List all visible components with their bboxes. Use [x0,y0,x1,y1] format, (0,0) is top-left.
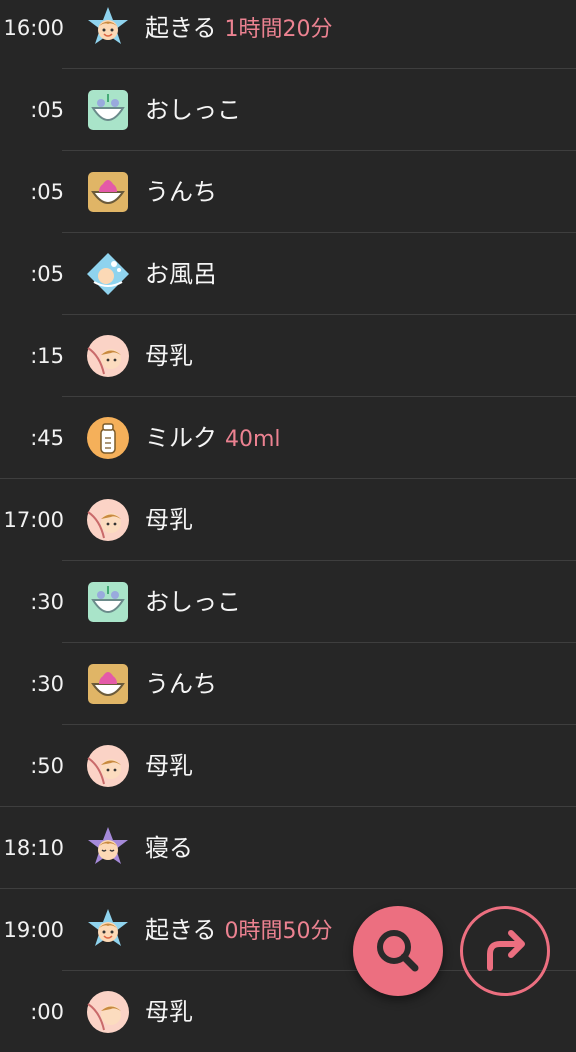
baby-awake-icon [86,6,130,50]
entry-label-text: うんち [145,178,217,206]
entry-time: :30 [30,672,64,696]
breastfeeding-icon [86,498,130,542]
entry-label-text: 母乳 [145,506,193,534]
entry-time: :00 [30,1000,64,1024]
log-entry[interactable]: :05 うんち [0,150,576,232]
milk-bottle-icon [86,416,130,460]
log-entry[interactable]: :15 母乳 [0,314,576,396]
log-entry[interactable]: :05 おしっこ [0,68,576,150]
entry-label: 寝る [145,836,201,861]
row-divider [62,314,576,315]
hour-divider [0,478,576,479]
entry-time: 16:00 [3,16,64,40]
entry-label-text: おしっこ [145,588,241,616]
log-entry[interactable]: :30 おしっこ [0,560,576,642]
entry-time: :05 [30,262,64,286]
entry-label: おしっこ [145,98,249,123]
row-divider [62,150,576,151]
row-divider [62,396,576,397]
redo-arrow-icon [487,930,525,971]
search-icon [377,930,419,972]
poop-diaper-icon [86,170,130,214]
entry-label: ミルク 40ml [145,426,281,451]
breastfeeding-icon [86,990,130,1034]
entry-label-text: ミルク [145,424,217,452]
entry-label-text: 母乳 [145,998,193,1026]
hour-divider [0,806,576,807]
bath-icon [86,252,130,296]
log-entry[interactable]: :45 ミルク 40ml [0,396,576,478]
entry-time: :30 [30,590,64,614]
row-divider [62,68,576,69]
entry-duration: 0時間50分 [224,919,333,944]
pee-diaper-icon [86,580,130,624]
pee-diaper-icon [86,88,130,132]
entry-time: 18:10 [3,836,64,860]
log-entry[interactable]: :05 お風呂 [0,232,576,314]
baby-sleep-icon [86,826,130,870]
row-divider [62,560,576,561]
log-entry[interactable]: 17:00 母乳 [0,478,576,560]
entry-label-text: 寝る [145,834,193,862]
entry-time: :50 [30,754,64,778]
entry-time: :05 [30,180,64,204]
entry-label: おしっこ [145,590,249,615]
search-button[interactable] [353,906,443,996]
log-entry[interactable]: 16:00 起きる 1時間20分 [0,0,576,68]
log-entry[interactable]: :50 母乳 [0,724,576,806]
entry-volume: 40ml [225,427,281,452]
log-entry[interactable]: 18:10 寝る [0,806,576,888]
entry-label-text: うんち [145,670,217,698]
entry-label: うんち [145,672,225,697]
entry-label-text: 起きる [145,916,217,944]
entry-duration: 1時間20分 [224,17,333,42]
entry-label: うんち [145,180,225,205]
redo-button[interactable] [460,906,550,996]
entry-label: 起きる 0時間50分 [145,918,333,943]
entry-label: 起きる 1時間20分 [145,16,333,41]
baby-awake-icon [86,908,130,952]
entry-time: :05 [30,98,64,122]
breastfeeding-icon [86,334,130,378]
entry-label: お風呂 [145,262,225,287]
row-divider [62,642,576,643]
entry-time: 19:00 [3,918,64,942]
hour-divider [0,888,576,889]
entry-label: 母乳 [145,344,201,369]
row-divider [62,232,576,233]
entry-label-text: 起きる [145,14,217,42]
entry-label: 母乳 [145,1000,201,1025]
entry-time: :45 [30,426,64,450]
entry-time: 17:00 [3,508,64,532]
log-entry[interactable]: :30 うんち [0,642,576,724]
entry-label-text: おしっこ [145,96,241,124]
entry-label-text: 母乳 [145,342,193,370]
entry-time: :15 [30,344,64,368]
poop-diaper-icon [86,662,130,706]
entry-label: 母乳 [145,754,201,779]
entry-label-text: お風呂 [145,260,217,288]
entry-label: 母乳 [145,508,201,533]
row-divider [62,724,576,725]
entry-label-text: 母乳 [145,752,193,780]
breastfeeding-icon [86,744,130,788]
